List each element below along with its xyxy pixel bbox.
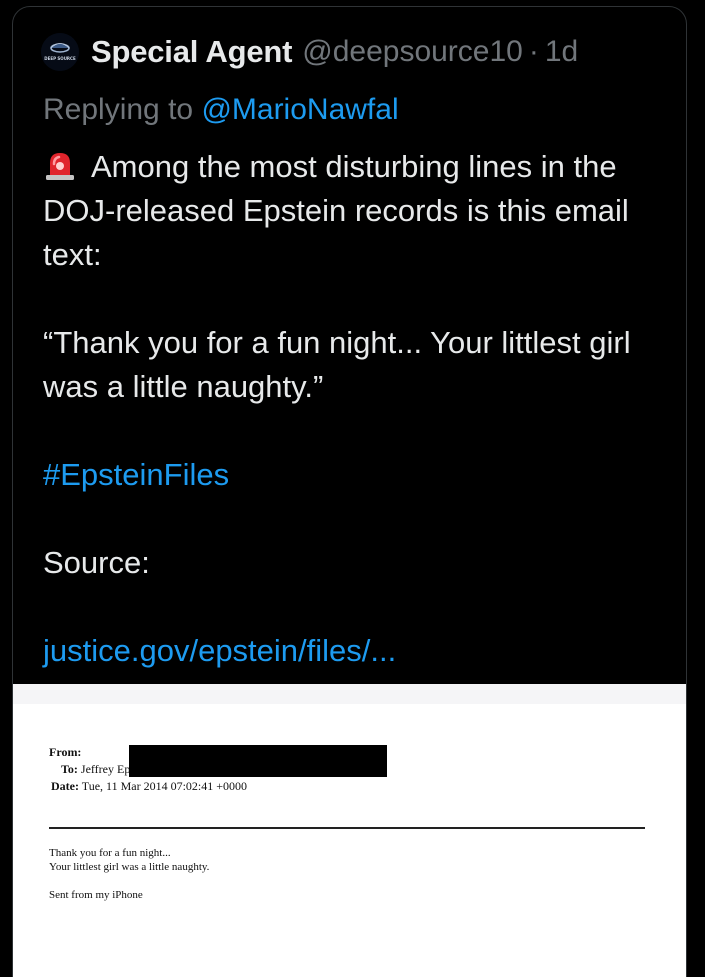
tweet-line-intro-text: Among the most disturbing lines in the D…: [43, 149, 629, 272]
hashtag-link[interactable]: #EpsteinFiles: [43, 457, 229, 492]
source-link[interactable]: justice.gov/epstein/files/...: [43, 633, 396, 668]
avatar-logo-text: DEEP SOURCE: [44, 56, 76, 61]
email-date-label: Date:: [51, 779, 79, 793]
email-signature: Sent from my iPhone: [49, 889, 143, 901]
author-display-name[interactable]: Special Agent: [91, 34, 292, 70]
reply-mention-link[interactable]: @MarioNawfal: [201, 93, 398, 126]
email-date-row: Date: Tue, 11 Mar 2014 07:02:41 +0000: [49, 778, 286, 795]
image-top-strip: [13, 684, 686, 704]
email-date-value: Tue, 11 Mar 2014 07:02:41 +0000: [81, 779, 247, 793]
tweet-line-intro: Among the most disturbing lines in the D…: [43, 145, 663, 277]
tweet-header: DEEP SOURCE Special Agent @deepsource10 …: [41, 33, 578, 71]
email-header: From: To: Jeffrey Epstein <jeevacation@g…: [49, 744, 387, 795]
deep-source-logo-icon[interactable]: DEEP SOURCE: [41, 33, 79, 71]
email-from-label: From:: [49, 745, 82, 759]
email-body: Thank you for a fun night... Your little…: [49, 846, 209, 902]
tweet-timestamp[interactable]: 1d: [545, 35, 578, 69]
tweet-card[interactable]: DEEP SOURCE Special Agent @deepsource10 …: [12, 6, 687, 977]
redaction-bar: [129, 745, 387, 777]
header-separator: ·: [528, 35, 539, 68]
email-body-line-2: Your littlest girl was a little naughty.: [49, 861, 210, 873]
replying-to: Replying to @MarioNawfal: [43, 93, 399, 127]
tweet-text: Among the most disturbing lines in the D…: [43, 145, 663, 673]
attached-image[interactable]: From: To: Jeffrey Epstein <jeevacation@g…: [13, 684, 686, 977]
police-light-icon: [43, 148, 77, 182]
replying-prefix: Replying to: [43, 93, 194, 126]
source-label: Source:: [43, 545, 150, 580]
tweet-quote: “Thank you for a fun night... Your littl…: [43, 325, 631, 404]
email-body-line-1: Thank you for a fun night...: [49, 847, 171, 859]
email-divider: [49, 827, 645, 829]
email-to-label: To:: [61, 762, 78, 776]
author-handle[interactable]: @deepsource10: [302, 35, 523, 69]
